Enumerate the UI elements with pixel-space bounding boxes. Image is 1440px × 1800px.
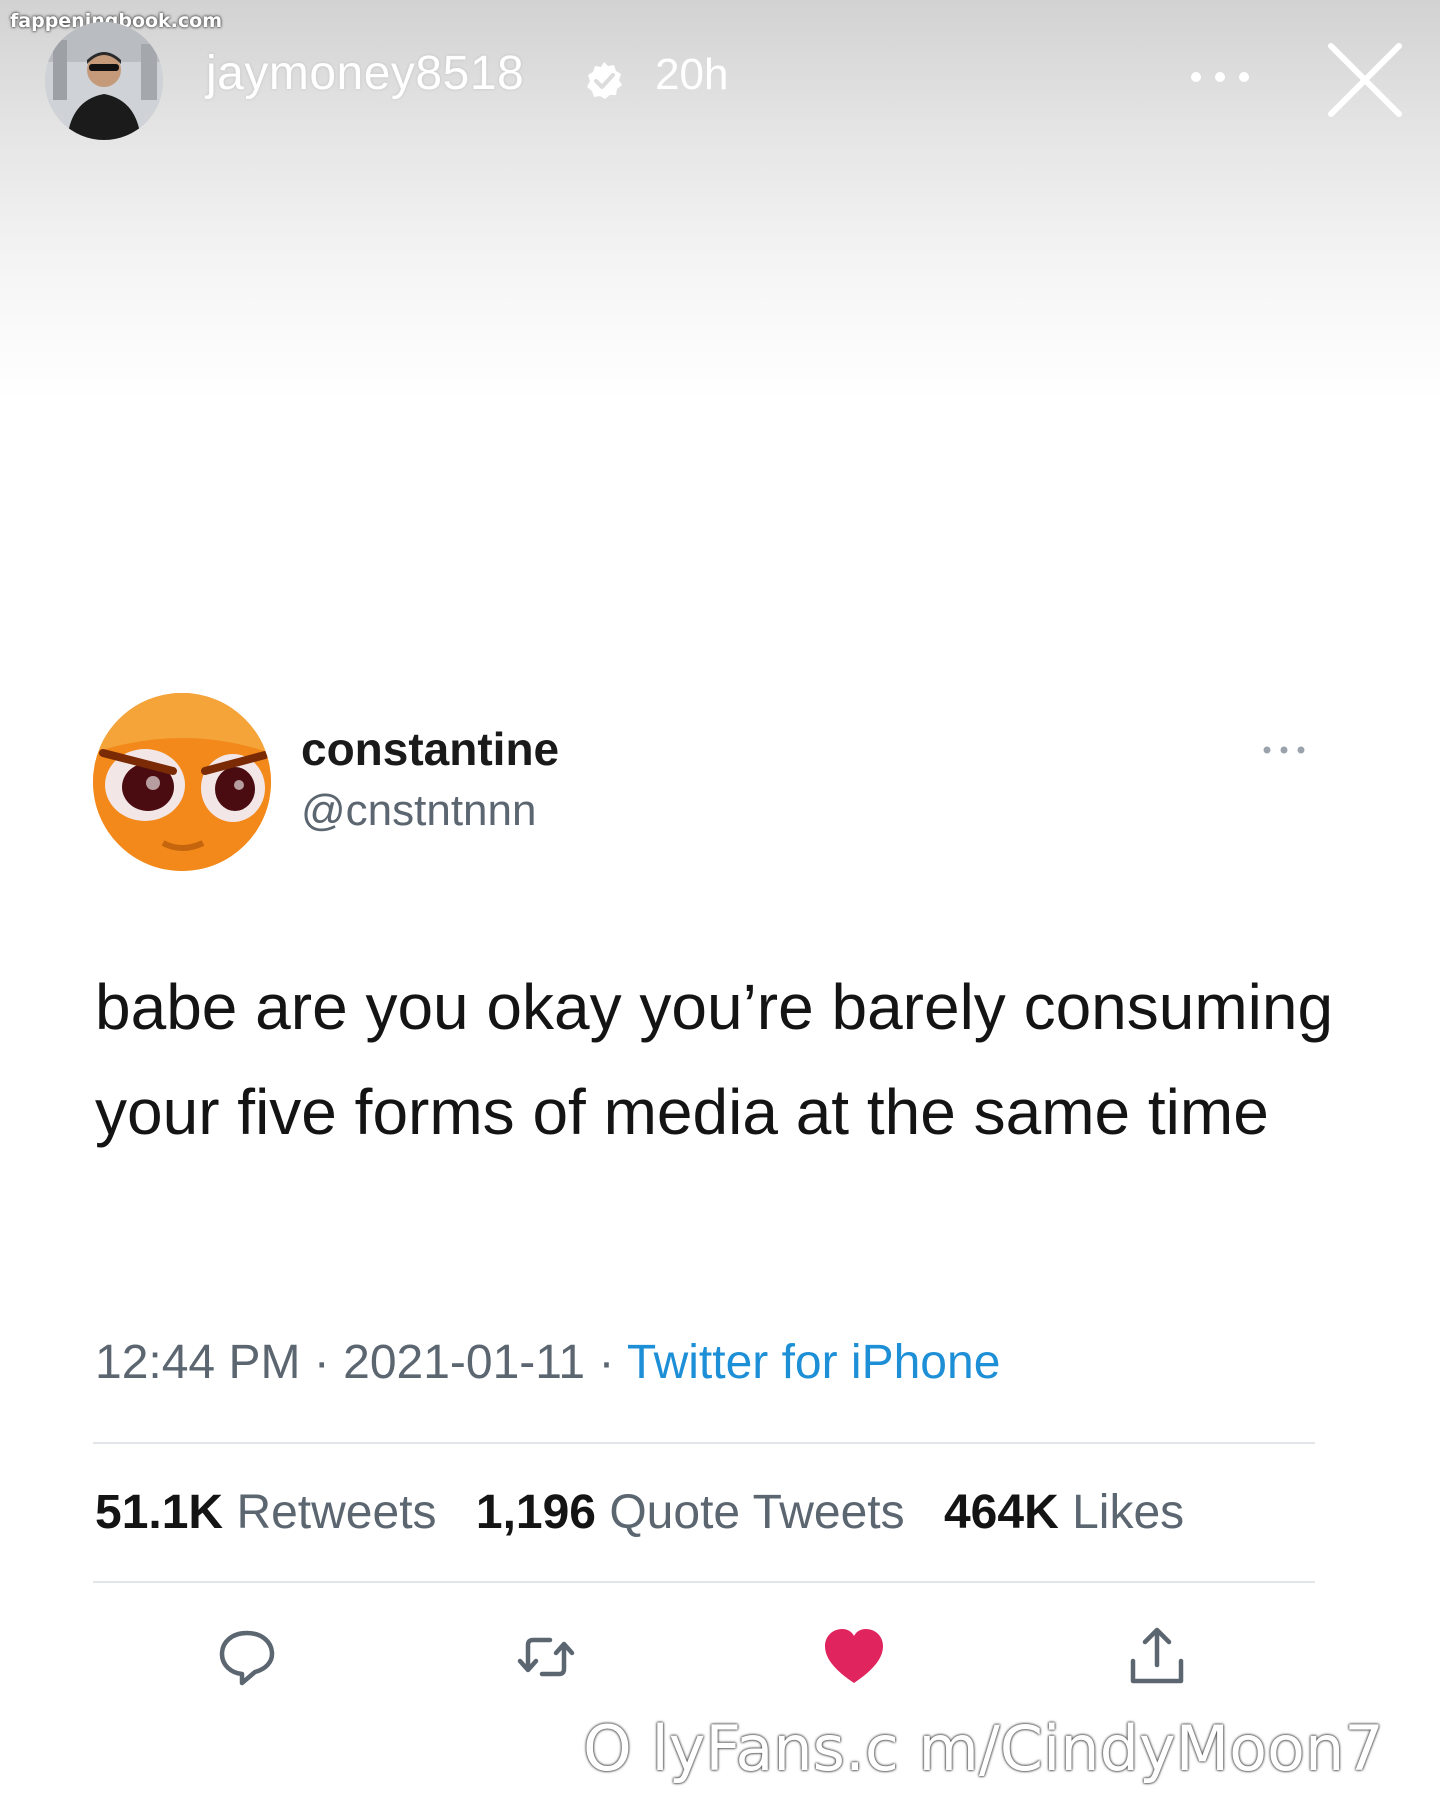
tweet-date: 2021-01-11 bbox=[343, 1336, 586, 1389]
likes-count: 464K bbox=[943, 1486, 1059, 1539]
story-avatar[interactable] bbox=[45, 22, 163, 140]
story-username[interactable]: jaymoney8518 bbox=[206, 46, 524, 101]
watermark-bottom: O lyFans.c m/CindyMoon7 bbox=[583, 1712, 1384, 1785]
tweet-source-link[interactable]: Twitter for iPhone bbox=[627, 1336, 1001, 1389]
verified-badge-icon bbox=[583, 60, 625, 102]
quote-tweets-label: Quote Tweets bbox=[609, 1486, 905, 1539]
story-viewer: fappeningbook.com jaymoney8518 20h const… bbox=[0, 0, 1440, 1800]
meta-separator: · bbox=[598, 1336, 615, 1389]
close-icon[interactable] bbox=[1323, 38, 1407, 122]
reply-icon[interactable] bbox=[215, 1625, 279, 1689]
retweets-label: Retweets bbox=[236, 1486, 437, 1539]
quote-tweets-stat[interactable]: 1,196 Quote Tweets bbox=[476, 1486, 905, 1539]
retweets-count: 51.1K bbox=[95, 1486, 224, 1539]
share-icon[interactable] bbox=[1125, 1625, 1189, 1689]
divider bbox=[93, 1442, 1315, 1444]
story-timestamp: 20h bbox=[655, 50, 729, 99]
tweet-handle[interactable]: @cnstntnnn bbox=[301, 786, 536, 836]
tweet-time: 12:44 PM bbox=[95, 1336, 301, 1389]
tweet-stats: 51.1K Retweets 1,196 Quote Tweets 464K L… bbox=[95, 1485, 1210, 1540]
tweet-author-avatar[interactable] bbox=[93, 693, 271, 871]
more-horizontal-icon[interactable] bbox=[1185, 62, 1255, 92]
likes-label: Likes bbox=[1072, 1486, 1185, 1539]
tweet-more-icon[interactable] bbox=[1259, 740, 1309, 760]
tweet-meta: 12:44 PM · 2021-01-11 · Twitter for iPho… bbox=[95, 1335, 1000, 1390]
divider bbox=[93, 1581, 1315, 1583]
likes-stat[interactable]: 464K Likes bbox=[944, 1486, 1184, 1539]
retweet-icon[interactable] bbox=[514, 1625, 578, 1689]
heart-icon[interactable] bbox=[822, 1625, 886, 1689]
tweet-text: babe are you okay you’re barely consumin… bbox=[95, 971, 1334, 1148]
quote-tweets-count: 1,196 bbox=[475, 1486, 596, 1539]
retweets-stat[interactable]: 51.1K Retweets bbox=[95, 1486, 437, 1539]
meta-separator: · bbox=[313, 1336, 330, 1389]
tweet-display-name[interactable]: constantine bbox=[301, 722, 559, 776]
